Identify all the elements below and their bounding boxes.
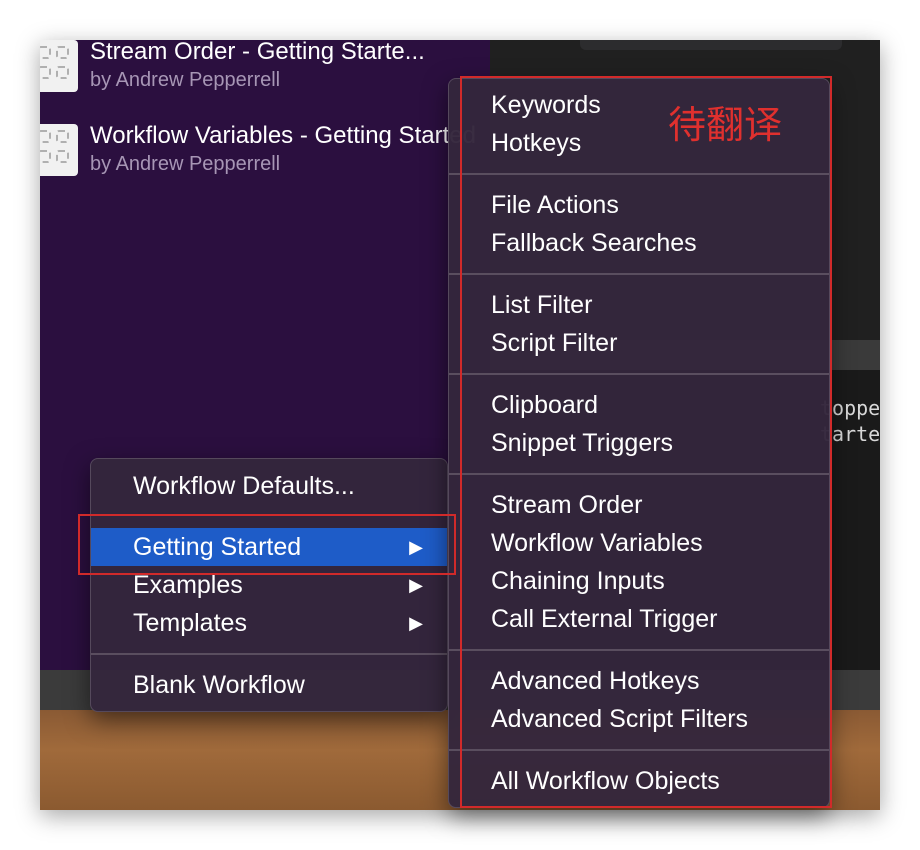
menu-separator bbox=[449, 273, 829, 275]
submenu-item[interactable]: Script Filter bbox=[449, 324, 829, 362]
workflow-item[interactable]: Stream Order - Getting Starte... by Andr… bbox=[40, 40, 490, 122]
new-workflow-menu: Workflow Defaults... Getting Started ▶ Ex… bbox=[90, 458, 448, 712]
submenu-item[interactable]: Workflow Variables bbox=[449, 524, 829, 562]
search-field[interactable] bbox=[580, 40, 842, 50]
workflow-icon bbox=[40, 124, 78, 176]
menu-item-templates[interactable]: Templates ▶ bbox=[91, 604, 447, 642]
menu-separator bbox=[449, 173, 829, 175]
menu-separator bbox=[91, 653, 447, 655]
menu-item-examples[interactable]: Examples ▶ bbox=[91, 566, 447, 604]
submenu-arrow-icon: ▶ bbox=[409, 613, 423, 633]
menu-item-workflow-defaults[interactable]: Workflow Defaults... bbox=[91, 467, 447, 505]
submenu-item[interactable]: Advanced Script Filters bbox=[449, 700, 829, 738]
workflow-author: by Andrew Pepperrell bbox=[90, 69, 281, 91]
submenu-item[interactable]: Chaining Inputs bbox=[449, 562, 829, 600]
workflow-icon bbox=[40, 40, 78, 92]
workflow-title: Workflow Variables - Getting Started bbox=[90, 122, 476, 149]
submenu-item[interactable]: Call External Trigger bbox=[449, 600, 829, 638]
submenu-arrow-icon: ▶ bbox=[409, 537, 423, 557]
workflow-author: by Andrew Pepperrell bbox=[90, 153, 281, 175]
menu-separator bbox=[449, 373, 829, 375]
submenu-item[interactable]: Snippet Triggers bbox=[449, 424, 829, 462]
menu-separator bbox=[449, 649, 829, 651]
submenu-item[interactable]: File Actions bbox=[449, 186, 829, 224]
submenu-item[interactable]: List Filter bbox=[449, 286, 829, 324]
workflow-item[interactable]: Workflow Variables - Getting Started by … bbox=[40, 122, 490, 206]
menu-item-getting-started[interactable]: Getting Started ▶ bbox=[91, 528, 447, 566]
submenu-item[interactable]: Clipboard bbox=[449, 386, 829, 424]
submenu-item[interactable]: Stream Order bbox=[449, 486, 829, 524]
menu-item-blank-workflow[interactable]: Blank Workflow bbox=[91, 666, 447, 704]
menu-separator bbox=[449, 473, 829, 475]
submenu-item[interactable]: All Workflow Objects bbox=[449, 762, 829, 800]
submenu-item[interactable]: Advanced Hotkeys bbox=[449, 662, 829, 700]
getting-started-submenu: Keywords Hotkeys File Actions Fallback S… bbox=[448, 78, 830, 808]
workflow-title: Stream Order - Getting Starte... bbox=[90, 40, 425, 65]
annotation-note: 待翻译 bbox=[668, 103, 783, 147]
menu-separator bbox=[449, 749, 829, 751]
submenu-arrow-icon: ▶ bbox=[409, 575, 423, 595]
submenu-item[interactable]: Fallback Searches bbox=[449, 224, 829, 262]
